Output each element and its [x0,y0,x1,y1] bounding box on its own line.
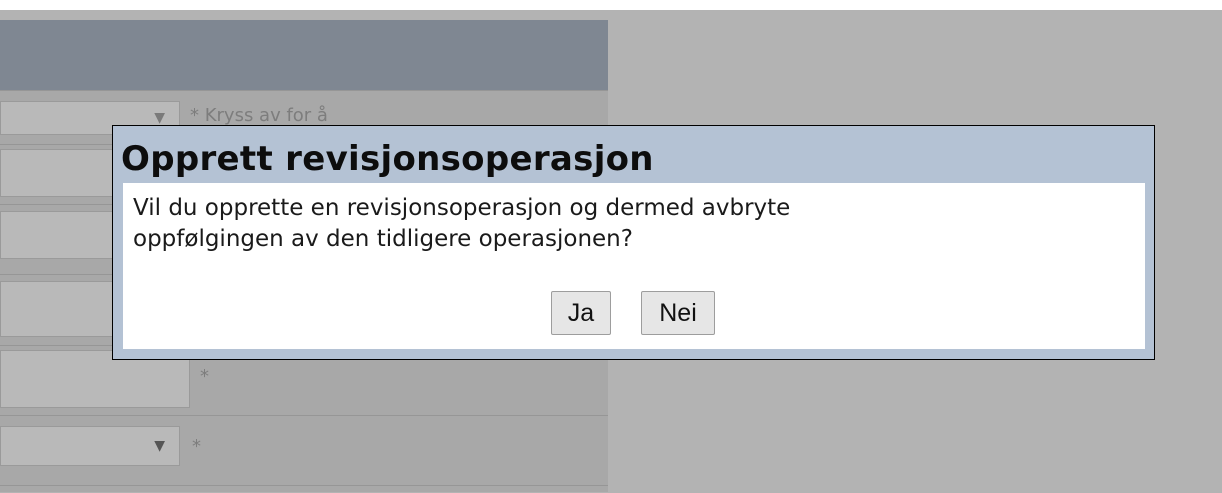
required-marker: * [192,436,201,457]
no-button[interactable]: Nei [641,291,715,335]
required-marker: * [200,366,209,387]
dialog-message-line-1: Vil du opprette en revisjonsoperasjon og… [133,195,791,221]
dialog-title: Opprett revisjonsoperasjon [121,139,654,179]
chevron-down-icon[interactable]: ▼ [154,110,165,126]
page-top-strip [0,0,1222,10]
select-field[interactable]: ▼ [0,426,180,466]
form-row: ▼ * [0,415,608,486]
confirm-dialog: Opprett revisjonsoperasjon Vil du oppret… [112,125,1155,360]
chevron-down-icon[interactable]: ▼ [154,438,165,454]
dialog-message-line-2: oppfølgingen av den tidligere operasjone… [133,226,633,252]
field-hint: * Kryss av for å [190,105,328,126]
dialog-body: Vil du opprette en revisjonsoperasjon og… [123,183,1145,349]
yes-button[interactable]: Ja [551,291,611,335]
dialog-message: Vil du opprette en revisjonsoperasjon og… [133,193,1133,255]
form-header [0,20,608,90]
